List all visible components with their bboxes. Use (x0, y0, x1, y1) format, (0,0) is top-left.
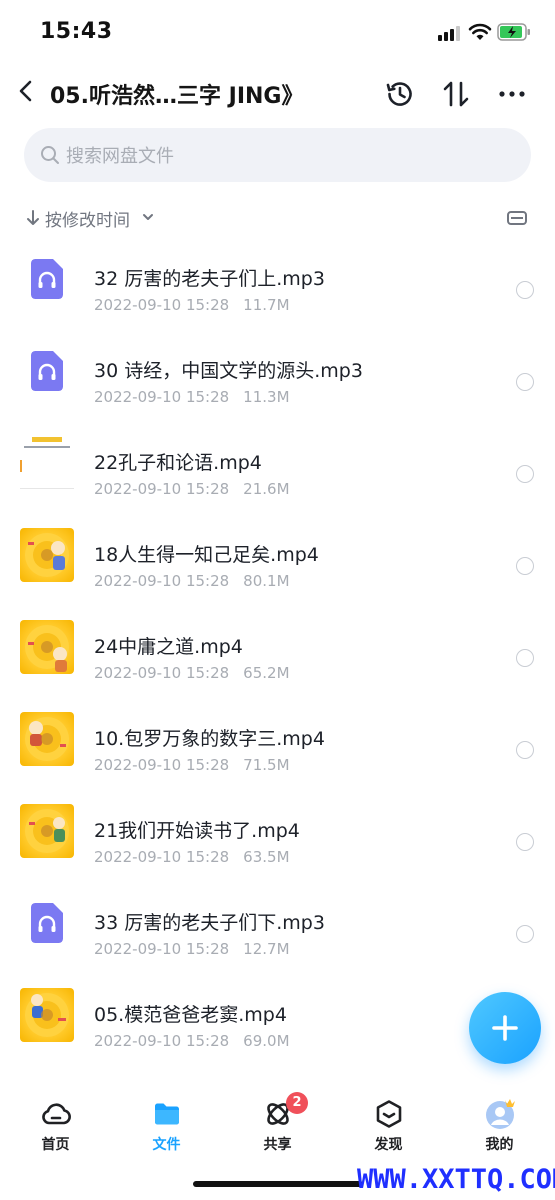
sort-order-icon[interactable] (440, 78, 472, 110)
tab-label: 共享 (263, 1137, 292, 1153)
file-date: 2022-09-10 15:28 (94, 756, 230, 774)
file-meta: 2022-09-10 15:28 11.3M (94, 388, 290, 406)
file-meta: 2022-09-10 15:28 63.5M (94, 848, 290, 866)
file-meta: 2022-09-10 15:28 65.2M (94, 664, 290, 682)
audio-file-icon (31, 351, 63, 391)
arrow-down-icon (27, 210, 39, 225)
tab-label: 我的 (485, 1137, 514, 1153)
file-date: 2022-09-10 15:28 (94, 940, 230, 958)
search-input[interactable]: 搜索网盘文件 (66, 142, 174, 168)
file-meta: 2022-09-10 15:28 71.5M (94, 756, 290, 774)
select-radio[interactable] (516, 373, 534, 391)
file-date: 2022-09-10 15:28 (94, 848, 230, 866)
sort-by-modified-button[interactable]: 按修改时间 (45, 206, 130, 231)
home-indicator (193, 1181, 363, 1187)
file-row[interactable]: 22孔子和论语.mp4 2022-09-10 15:28 21.6M (0, 420, 555, 512)
tab-label: 首页 (41, 1137, 70, 1153)
file-row[interactable]: 21我们开始读书了.mp4 2022-09-10 15:28 63.5M (0, 788, 555, 880)
file-row[interactable]: 30 诗经，中国文学的源头.mp3 2022-09-10 15:28 11.3M (0, 328, 555, 420)
select-radio[interactable] (516, 833, 534, 851)
file-date: 2022-09-10 15:28 (94, 572, 230, 590)
status-bar: 15:43 (0, 0, 555, 66)
file-meta: 2022-09-10 15:28 11.7M (94, 296, 290, 314)
file-name: 24中庸之道.mp4 (94, 636, 243, 658)
file-date: 2022-09-10 15:28 (94, 1032, 230, 1050)
file-row[interactable]: 33 厉害的老夫子们下.mp3 2022-09-10 15:28 12.7M (0, 880, 555, 972)
file-name: 22孔子和论语.mp4 (94, 452, 262, 474)
file-meta: 2022-09-10 15:28 12.7M (94, 940, 290, 958)
more-options-icon[interactable] (496, 78, 528, 110)
select-radio[interactable] (516, 925, 534, 943)
tab-profile[interactable]: 我的 (444, 1086, 555, 1156)
file-name: 18人生得一知己足矣.mp4 (94, 544, 319, 566)
battery-icon (497, 23, 530, 41)
video-thumbnail (20, 620, 74, 674)
file-row[interactable]: 10.包罗万象的数字三.mp4 2022-09-10 15:28 71.5M (0, 696, 555, 788)
page-title: 05.听浩然…三字 JING》 (50, 84, 304, 109)
tab-files[interactable]: 文件 (111, 1086, 222, 1156)
file-size: 71.5M (243, 756, 290, 774)
file-date: 2022-09-10 15:28 (94, 296, 230, 314)
view-mode-icon[interactable] (506, 208, 528, 228)
select-radio[interactable] (516, 557, 534, 575)
file-name: 21我们开始读书了.mp4 (94, 820, 300, 842)
file-date: 2022-09-10 15:28 (94, 664, 230, 682)
file-name: 30 诗经，中国文学的源头.mp3 (94, 360, 363, 382)
video-thumbnail (20, 436, 74, 490)
navigation-header: 05.听浩然…三字 JING》 (0, 66, 555, 122)
video-thumbnail (20, 804, 74, 858)
history-icon[interactable] (384, 78, 416, 110)
audio-file-icon (31, 259, 63, 299)
wifi-icon (468, 23, 492, 40)
select-radio[interactable] (516, 281, 534, 299)
tab-discover[interactable]: 发现 (333, 1086, 444, 1156)
avatar-icon (486, 1099, 515, 1129)
cloud-home-icon (42, 1103, 71, 1125)
select-radio[interactable] (516, 649, 534, 667)
file-meta: 2022-09-10 15:28 21.6M (94, 480, 290, 498)
select-radio[interactable] (516, 741, 534, 759)
video-thumbnail (20, 712, 74, 766)
file-date: 2022-09-10 15:28 (94, 480, 230, 498)
watermark-text: WWW.XXTTQ.COM (357, 1164, 555, 1195)
file-row[interactable]: 24中庸之道.mp4 2022-09-10 15:28 65.2M (0, 604, 555, 696)
select-radio[interactable] (516, 465, 534, 483)
video-thumbnail (20, 988, 74, 1042)
signal-icon (438, 25, 460, 41)
notification-badge: 2 (286, 1092, 308, 1114)
file-size: 11.7M (243, 296, 290, 314)
tab-label: 发现 (374, 1137, 403, 1153)
file-size: 65.2M (243, 664, 290, 682)
file-meta: 2022-09-10 15:28 69.0M (94, 1032, 290, 1050)
folder-icon (155, 1103, 179, 1125)
file-name: 33 厉害的老夫子们下.mp3 (94, 912, 325, 934)
file-row[interactable]: 32 厉害的老夫子们上.mp3 2022-09-10 15:28 11.7M (0, 236, 555, 328)
file-name: 32 厉害的老夫子们上.mp3 (94, 268, 325, 290)
file-size: 11.3M (243, 388, 290, 406)
file-size: 21.6M (243, 480, 290, 498)
file-size: 12.7M (243, 940, 290, 958)
tab-share[interactable]: 2 共享 (222, 1086, 333, 1156)
file-meta: 2022-09-10 15:28 80.1M (94, 572, 290, 590)
add-button[interactable] (469, 992, 541, 1064)
audio-file-icon (31, 903, 63, 943)
chevron-down-icon[interactable] (142, 212, 154, 222)
file-name: 05.模范爸爸老窦.mp4 (94, 1004, 287, 1026)
file-date: 2022-09-10 15:28 (94, 388, 230, 406)
tab-home[interactable]: 首页 (0, 1086, 111, 1156)
search-bar[interactable]: 搜索网盘文件 (24, 128, 531, 182)
file-size: 63.5M (243, 848, 290, 866)
status-time: 15:43 (40, 19, 113, 44)
file-name: 10.包罗万象的数字三.mp4 (94, 728, 325, 750)
sort-row: 按修改时间 (0, 200, 555, 236)
plus-icon (492, 1015, 518, 1041)
file-size: 80.1M (243, 572, 290, 590)
file-size: 69.0M (243, 1032, 290, 1050)
video-thumbnail (20, 528, 74, 582)
file-row[interactable]: 18人生得一知己足矣.mp4 2022-09-10 15:28 80.1M (0, 512, 555, 604)
back-arrow-icon[interactable] (15, 78, 39, 104)
search-icon (41, 146, 59, 164)
tab-label: 文件 (152, 1137, 181, 1153)
discover-cube-icon (376, 1100, 402, 1128)
